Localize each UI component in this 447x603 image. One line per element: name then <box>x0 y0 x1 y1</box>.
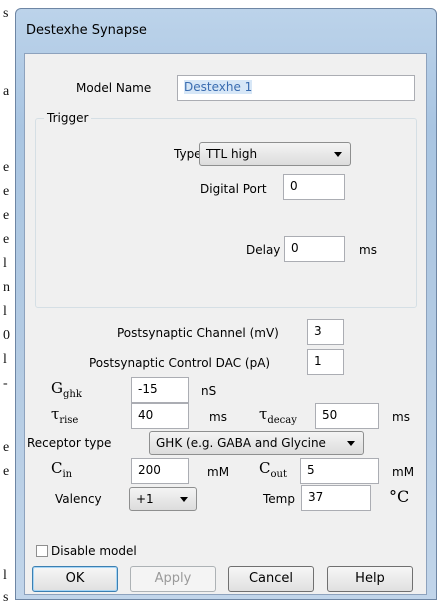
bg-letter: e <box>3 184 10 199</box>
digital-port-input[interactable]: 0 <box>283 174 345 200</box>
bg-letter: s <box>3 6 9 21</box>
cin-input[interactable]: 200 <box>131 458 189 484</box>
bg-letter: l <box>3 568 7 583</box>
trigger-type-select[interactable]: TTL high <box>199 142 351 166</box>
delay-unit: ms <box>359 243 377 257</box>
tau-decay-unit: ms <box>392 410 410 424</box>
bg-letter: e <box>3 464 10 479</box>
disable-model-checkbox[interactable] <box>36 545 48 557</box>
cancel-button[interactable]: Cancel <box>228 566 314 592</box>
digital-port-label: Digital Port <box>200 182 267 196</box>
cout-unit: mM <box>392 465 415 479</box>
post-channel-input[interactable]: 3 <box>307 319 344 345</box>
gghk-symbol: Gghk <box>51 379 82 400</box>
post-channel-label: Postsynaptic Channel (mV) <box>117 326 279 340</box>
bg-letter: l <box>3 256 7 271</box>
bg-letter: e <box>3 440 10 455</box>
model-name-label: Model Name <box>76 81 152 95</box>
bg-letter: - <box>3 376 8 391</box>
chevron-down-icon <box>347 441 355 446</box>
trigger-group-label: Trigger <box>44 111 92 125</box>
background-document-strip: s a e e e e l n l 0 l - e e l s <box>0 0 15 603</box>
gghk-input[interactable]: -15 <box>131 377 189 403</box>
tau-decay-input[interactable]: 50 <box>315 403 379 429</box>
bg-letter: 0 <box>3 328 10 343</box>
valency-label: Valency <box>55 492 102 506</box>
background-right-edge <box>440 0 447 603</box>
disable-model-label: Disable model <box>51 544 137 558</box>
cin-symbol: Cin <box>51 459 73 480</box>
receptor-type-label: Receptor type <box>27 436 112 450</box>
dialog-title: Destexhe Synapse <box>26 23 147 38</box>
bg-letter: e <box>3 208 10 223</box>
post-dac-label: Postsynaptic Control DAC (pA) <box>89 356 271 370</box>
cout-input[interactable]: 5 <box>300 458 379 484</box>
cout-symbol: Cout <box>259 459 287 480</box>
bg-letter: e <box>3 160 10 175</box>
model-name-input[interactable]: Destexhe 1 <box>177 75 415 101</box>
post-dac-input[interactable]: 1 <box>307 349 344 375</box>
bg-letter: s <box>3 590 9 603</box>
temp-label: Temp <box>263 492 295 506</box>
cin-unit: mM <box>207 465 230 479</box>
chevron-down-icon <box>334 152 342 157</box>
dialog-window: Destexhe Synapse Model Name Destexhe 1 T… <box>15 8 437 600</box>
delay-input[interactable]: 0 <box>284 236 345 262</box>
temp-input[interactable]: 37 <box>301 485 371 511</box>
apply-button[interactable]: Apply <box>130 566 216 592</box>
bg-letter: a <box>3 84 10 99</box>
valency-select[interactable]: +1 <box>129 487 197 511</box>
bg-letter: l <box>3 352 7 367</box>
ok-button[interactable]: OK <box>32 566 118 592</box>
bg-letter: n <box>3 280 10 295</box>
tau-rise-symbol: τrise <box>51 405 79 426</box>
type-label: Type <box>174 147 202 161</box>
delay-label: Delay <box>246 243 281 257</box>
gghk-unit: nS <box>201 384 217 398</box>
tau-rise-unit: ms <box>209 410 227 424</box>
tau-rise-input[interactable]: 40 <box>131 403 189 429</box>
temp-unit: °C <box>389 487 410 506</box>
bg-letter: e <box>3 232 10 247</box>
receptor-type-select[interactable]: GHK (e.g. GABA and Glycine <box>149 431 364 455</box>
bg-letter: l <box>3 304 7 319</box>
dialog-client-area: Model Name Destexhe 1 Trigger Type TTL h… <box>24 53 427 595</box>
chevron-down-icon <box>180 497 188 502</box>
tau-decay-symbol: τdecay <box>259 405 297 426</box>
help-button[interactable]: Help <box>327 566 413 592</box>
